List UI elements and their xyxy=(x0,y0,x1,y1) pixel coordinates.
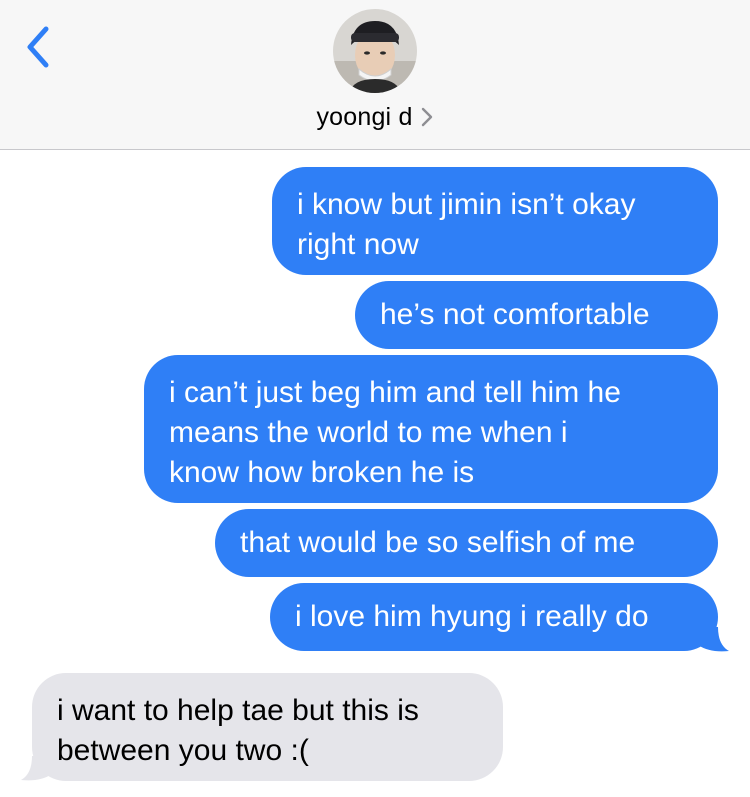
sent-bubble-tail xyxy=(698,627,729,652)
sent-message-bubble[interactable]: i know but jimin isn’t okay right now xyxy=(272,167,718,275)
back-button[interactable] xyxy=(20,22,60,72)
message-line: i can’t just beg him and tell him he xyxy=(169,376,621,409)
message-line: i know but jimin isn’t okay xyxy=(297,188,636,221)
message-line: he’s not comfortable xyxy=(380,298,650,331)
sent-message-bubble[interactable]: i can’t just beg him and tell him he mea… xyxy=(144,355,718,503)
message-line: between you two :( xyxy=(57,734,309,767)
message-line: right now xyxy=(297,228,419,261)
contact-name-button[interactable]: yoongi d xyxy=(0,100,750,134)
chevron-right-icon xyxy=(420,106,434,128)
contact-name: yoongi d xyxy=(316,102,413,131)
received-bubble-tail xyxy=(21,756,52,781)
conversation-header: yoongi d xyxy=(0,0,750,150)
message-line: that would be so selfish of me xyxy=(240,526,636,559)
chevron-left-icon xyxy=(27,26,49,68)
sent-message-bubble[interactable]: that would be so selfish of me xyxy=(215,509,718,577)
received-message-bubble[interactable]: i want to help tae but this is between y… xyxy=(32,673,503,781)
contact-avatar-photo xyxy=(333,9,417,93)
sent-message-bubble[interactable]: he’s not comfortable xyxy=(355,281,718,349)
sent-message-bubble[interactable]: i love him hyung i really do xyxy=(270,583,718,651)
messages-screen: yoongi d i know but jimin isn’t okay rig… xyxy=(0,0,750,797)
message-line: i want to help tae but this is xyxy=(57,694,419,727)
message-line: know how broken he is xyxy=(169,456,475,489)
contact-avatar[interactable] xyxy=(333,9,417,93)
message-line: means the world to me when i xyxy=(169,416,568,449)
message-line: i love him hyung i really do xyxy=(295,600,649,633)
